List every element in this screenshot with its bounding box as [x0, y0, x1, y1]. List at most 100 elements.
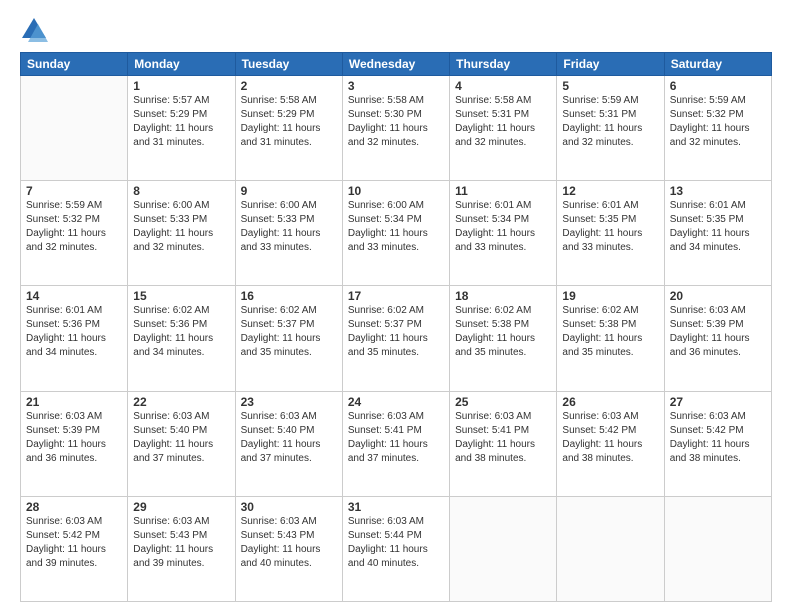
day-number: 2 [241, 79, 337, 93]
header [20, 16, 772, 44]
calendar-cell: 11Sunrise: 6:01 AM Sunset: 5:34 PM Dayli… [450, 181, 557, 286]
day-info: Sunrise: 6:03 AM Sunset: 5:41 PM Dayligh… [455, 410, 551, 466]
calendar-cell: 3Sunrise: 5:58 AM Sunset: 5:30 PM Daylig… [342, 76, 449, 181]
day-number: 7 [26, 184, 122, 198]
day-number: 17 [348, 289, 444, 303]
day-info: Sunrise: 6:03 AM Sunset: 5:44 PM Dayligh… [348, 515, 444, 571]
calendar-cell: 16Sunrise: 6:02 AM Sunset: 5:37 PM Dayli… [235, 286, 342, 391]
calendar-cell [450, 496, 557, 601]
calendar-cell: 14Sunrise: 6:01 AM Sunset: 5:36 PM Dayli… [21, 286, 128, 391]
calendar-cell [664, 496, 771, 601]
col-saturday: Saturday [664, 53, 771, 76]
day-number: 14 [26, 289, 122, 303]
day-number: 25 [455, 395, 551, 409]
calendar-header-row: Sunday Monday Tuesday Wednesday Thursday… [21, 53, 772, 76]
day-info: Sunrise: 5:57 AM Sunset: 5:29 PM Dayligh… [133, 94, 229, 150]
day-number: 24 [348, 395, 444, 409]
day-number: 30 [241, 500, 337, 514]
day-number: 1 [133, 79, 229, 93]
day-number: 19 [562, 289, 658, 303]
calendar-cell: 30Sunrise: 6:03 AM Sunset: 5:43 PM Dayli… [235, 496, 342, 601]
calendar-table: Sunday Monday Tuesday Wednesday Thursday… [20, 52, 772, 602]
day-info: Sunrise: 6:03 AM Sunset: 5:43 PM Dayligh… [241, 515, 337, 571]
day-info: Sunrise: 6:01 AM Sunset: 5:35 PM Dayligh… [670, 199, 766, 255]
day-info: Sunrise: 5:58 AM Sunset: 5:31 PM Dayligh… [455, 94, 551, 150]
calendar-cell: 9Sunrise: 6:00 AM Sunset: 5:33 PM Daylig… [235, 181, 342, 286]
calendar-cell: 12Sunrise: 6:01 AM Sunset: 5:35 PM Dayli… [557, 181, 664, 286]
page: Sunday Monday Tuesday Wednesday Thursday… [0, 0, 792, 612]
day-info: Sunrise: 6:02 AM Sunset: 5:37 PM Dayligh… [348, 304, 444, 360]
day-number: 28 [26, 500, 122, 514]
calendar-cell: 27Sunrise: 6:03 AM Sunset: 5:42 PM Dayli… [664, 391, 771, 496]
calendar-cell: 6Sunrise: 5:59 AM Sunset: 5:32 PM Daylig… [664, 76, 771, 181]
calendar-row: 14Sunrise: 6:01 AM Sunset: 5:36 PM Dayli… [21, 286, 772, 391]
calendar-cell: 7Sunrise: 5:59 AM Sunset: 5:32 PM Daylig… [21, 181, 128, 286]
day-number: 3 [348, 79, 444, 93]
day-info: Sunrise: 6:01 AM Sunset: 5:36 PM Dayligh… [26, 304, 122, 360]
calendar-cell: 13Sunrise: 6:01 AM Sunset: 5:35 PM Dayli… [664, 181, 771, 286]
day-number: 18 [455, 289, 551, 303]
day-info: Sunrise: 6:03 AM Sunset: 5:39 PM Dayligh… [26, 410, 122, 466]
calendar-cell: 26Sunrise: 6:03 AM Sunset: 5:42 PM Dayli… [557, 391, 664, 496]
day-info: Sunrise: 6:00 AM Sunset: 5:33 PM Dayligh… [133, 199, 229, 255]
col-thursday: Thursday [450, 53, 557, 76]
day-info: Sunrise: 6:00 AM Sunset: 5:33 PM Dayligh… [241, 199, 337, 255]
calendar-cell: 23Sunrise: 6:03 AM Sunset: 5:40 PM Dayli… [235, 391, 342, 496]
day-number: 9 [241, 184, 337, 198]
day-number: 10 [348, 184, 444, 198]
calendar-cell: 20Sunrise: 6:03 AM Sunset: 5:39 PM Dayli… [664, 286, 771, 391]
day-info: Sunrise: 5:59 AM Sunset: 5:31 PM Dayligh… [562, 94, 658, 150]
day-number: 20 [670, 289, 766, 303]
day-info: Sunrise: 5:58 AM Sunset: 5:29 PM Dayligh… [241, 94, 337, 150]
day-number: 5 [562, 79, 658, 93]
day-info: Sunrise: 6:02 AM Sunset: 5:37 PM Dayligh… [241, 304, 337, 360]
calendar-cell: 18Sunrise: 6:02 AM Sunset: 5:38 PM Dayli… [450, 286, 557, 391]
calendar-cell: 25Sunrise: 6:03 AM Sunset: 5:41 PM Dayli… [450, 391, 557, 496]
col-wednesday: Wednesday [342, 53, 449, 76]
col-tuesday: Tuesday [235, 53, 342, 76]
calendar-cell: 19Sunrise: 6:02 AM Sunset: 5:38 PM Dayli… [557, 286, 664, 391]
day-number: 23 [241, 395, 337, 409]
calendar-cell [557, 496, 664, 601]
day-number: 13 [670, 184, 766, 198]
col-monday: Monday [128, 53, 235, 76]
calendar-row: 21Sunrise: 6:03 AM Sunset: 5:39 PM Dayli… [21, 391, 772, 496]
day-info: Sunrise: 6:03 AM Sunset: 5:40 PM Dayligh… [133, 410, 229, 466]
day-number: 6 [670, 79, 766, 93]
calendar-cell: 4Sunrise: 5:58 AM Sunset: 5:31 PM Daylig… [450, 76, 557, 181]
day-number: 15 [133, 289, 229, 303]
logo-icon [20, 16, 48, 44]
day-number: 16 [241, 289, 337, 303]
day-info: Sunrise: 6:01 AM Sunset: 5:35 PM Dayligh… [562, 199, 658, 255]
day-number: 31 [348, 500, 444, 514]
calendar-cell: 29Sunrise: 6:03 AM Sunset: 5:43 PM Dayli… [128, 496, 235, 601]
calendar-cell: 15Sunrise: 6:02 AM Sunset: 5:36 PM Dayli… [128, 286, 235, 391]
day-number: 21 [26, 395, 122, 409]
day-number: 8 [133, 184, 229, 198]
calendar-row: 7Sunrise: 5:59 AM Sunset: 5:32 PM Daylig… [21, 181, 772, 286]
day-number: 27 [670, 395, 766, 409]
day-number: 26 [562, 395, 658, 409]
day-info: Sunrise: 6:00 AM Sunset: 5:34 PM Dayligh… [348, 199, 444, 255]
calendar-cell: 31Sunrise: 6:03 AM Sunset: 5:44 PM Dayli… [342, 496, 449, 601]
calendar-cell: 1Sunrise: 5:57 AM Sunset: 5:29 PM Daylig… [128, 76, 235, 181]
day-info: Sunrise: 6:03 AM Sunset: 5:40 PM Dayligh… [241, 410, 337, 466]
calendar-cell [21, 76, 128, 181]
day-info: Sunrise: 6:03 AM Sunset: 5:42 PM Dayligh… [562, 410, 658, 466]
calendar-cell: 22Sunrise: 6:03 AM Sunset: 5:40 PM Dayli… [128, 391, 235, 496]
calendar-row: 1Sunrise: 5:57 AM Sunset: 5:29 PM Daylig… [21, 76, 772, 181]
calendar-cell: 21Sunrise: 6:03 AM Sunset: 5:39 PM Dayli… [21, 391, 128, 496]
day-info: Sunrise: 6:03 AM Sunset: 5:39 PM Dayligh… [670, 304, 766, 360]
col-friday: Friday [557, 53, 664, 76]
day-number: 11 [455, 184, 551, 198]
day-info: Sunrise: 6:02 AM Sunset: 5:36 PM Dayligh… [133, 304, 229, 360]
day-info: Sunrise: 6:02 AM Sunset: 5:38 PM Dayligh… [562, 304, 658, 360]
calendar-row: 28Sunrise: 6:03 AM Sunset: 5:42 PM Dayli… [21, 496, 772, 601]
day-info: Sunrise: 6:01 AM Sunset: 5:34 PM Dayligh… [455, 199, 551, 255]
calendar-cell: 28Sunrise: 6:03 AM Sunset: 5:42 PM Dayli… [21, 496, 128, 601]
day-number: 4 [455, 79, 551, 93]
day-info: Sunrise: 5:58 AM Sunset: 5:30 PM Dayligh… [348, 94, 444, 150]
calendar-cell: 2Sunrise: 5:58 AM Sunset: 5:29 PM Daylig… [235, 76, 342, 181]
day-number: 12 [562, 184, 658, 198]
day-info: Sunrise: 6:02 AM Sunset: 5:38 PM Dayligh… [455, 304, 551, 360]
